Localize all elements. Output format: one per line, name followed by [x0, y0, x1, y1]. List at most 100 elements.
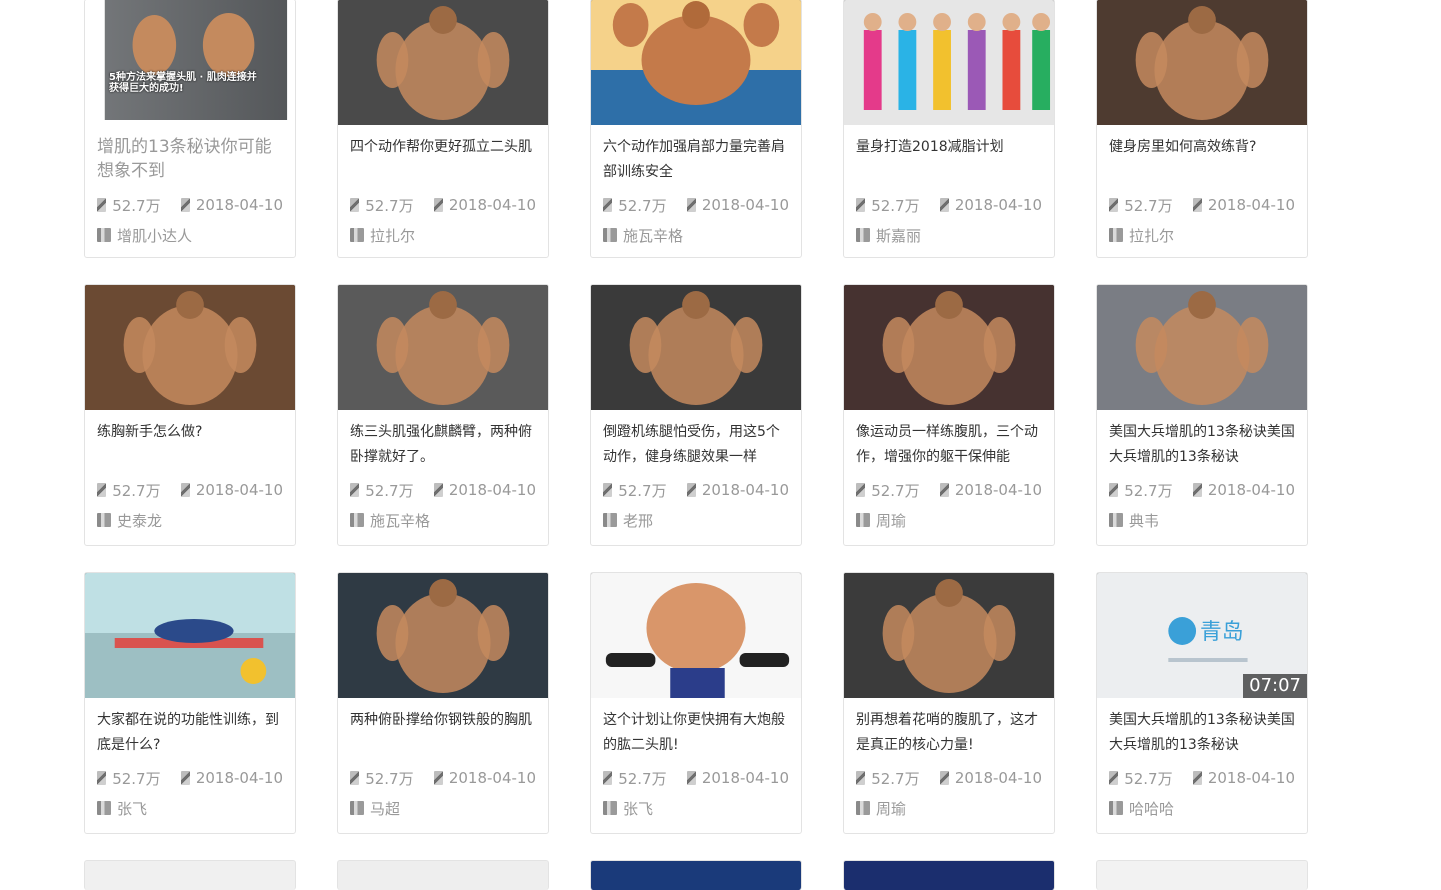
- video-card[interactable]: 量身打造2018减脂计划 52.7万 2018-04-10 斯嘉丽: [843, 0, 1055, 258]
- video-author[interactable]: 马超: [350, 798, 536, 818]
- video-thumbnail[interactable]: [338, 285, 548, 410]
- thumbnail-image: [844, 0, 1054, 125]
- video-card[interactable]: 四个动作帮你更好孤立二头肌 52.7万 2018-04-10 拉扎尔: [337, 0, 549, 258]
- video-card[interactable]: 两种俯卧撑给你钢铁般的胸肌 52.7万 2018-04-10 马超: [337, 572, 549, 834]
- video-card[interactable]: 这个计划让你更快拥有大炮般的肱二头肌! 52.7万 2018-04-10 张飞: [590, 572, 802, 834]
- video-grid: 5种方法来掌握头肌 · 肌肉连接并获得巨大的成功! 增肌的13条秘诀你可能想象不到…: [84, 0, 1308, 890]
- video-thumbnail[interactable]: [1097, 0, 1307, 125]
- video-author[interactable]: 施瓦辛格: [350, 510, 536, 530]
- video-card[interactable]: 青岛 07:07 美国大兵增肌的13条秘诀美国大兵增肌的13条秘诀 52.7万 201…: [1096, 572, 1308, 834]
- video-thumbnail[interactable]: [591, 573, 801, 698]
- publish-date: 2018-04-10: [448, 481, 536, 499]
- video-author[interactable]: 张飞: [97, 798, 283, 818]
- video-card[interactable]: 美国大兵增肌的13条秘诀美国大兵增肌的13条秘诀 52.7万 2018-04-10 典…: [1096, 284, 1308, 546]
- video-title[interactable]: 四个动作帮你更好孤立二头肌: [350, 135, 536, 185]
- video-author[interactable]: 哈哈哈: [1109, 798, 1295, 818]
- thumbnail-image: [591, 0, 801, 125]
- video-card[interactable]: [590, 860, 802, 890]
- user-icon: [350, 228, 364, 242]
- video-title[interactable]: 倒蹬机练腿怕受伤，用这5个动作，健身练腿效果一样: [603, 420, 789, 470]
- video-title[interactable]: 这个计划让你更快拥有大炮般的肱二头肌!: [603, 708, 789, 758]
- video-title[interactable]: 增肌的13条秘诀你可能想象不到: [97, 135, 283, 185]
- video-meta: 52.7万 2018-04-10: [97, 195, 283, 215]
- video-card[interactable]: 别再想着花哨的腹肌了，这才是真正的核心力量! 52.7万 2018-04-10 周瑜: [843, 572, 1055, 834]
- video-card[interactable]: 像运动员一样练腹肌，三个动作，增强你的躯干保伸能 52.7万 2018-04-10 周…: [843, 284, 1055, 546]
- video-card[interactable]: 倒蹬机练腿怕受伤，用这5个动作，健身练腿效果一样 52.7万 2018-04-10 老…: [590, 284, 802, 546]
- user-icon: [856, 801, 870, 815]
- user-icon: [350, 513, 364, 527]
- video-title[interactable]: 六个动作加强肩部力量完善肩部训练安全: [603, 135, 789, 185]
- calendar-icon: [939, 483, 949, 497]
- video-card[interactable]: 大家都在说的功能性训练，到底是什么? 52.7万 2018-04-10 张飞: [84, 572, 296, 834]
- video-author[interactable]: 增肌小达人: [97, 225, 283, 245]
- video-title[interactable]: 像运动员一样练腹肌，三个动作，增强你的躯干保伸能: [856, 420, 1042, 470]
- video-title[interactable]: 练胸新手怎么做?: [97, 420, 283, 470]
- author-name: 周瑜: [876, 511, 907, 530]
- video-meta: 52.7万 2018-04-10: [1109, 195, 1295, 215]
- video-title[interactable]: 两种俯卧撑给你钢铁般的胸肌: [350, 708, 536, 758]
- author-name: 张飞: [117, 799, 148, 818]
- video-thumbnail[interactable]: 5种方法来掌握头肌 · 肌肉连接并获得巨大的成功!: [85, 0, 295, 125]
- video-title[interactable]: 练三头肌强化麒麟臂，两种俯卧撑就好了。: [350, 420, 536, 470]
- view-count: 52.7万: [365, 769, 414, 788]
- calendar-icon: [433, 483, 443, 497]
- video-meta: 52.7万 2018-04-10: [856, 768, 1042, 788]
- video-author[interactable]: 老邢: [603, 510, 789, 530]
- publish-date: 2018-04-10: [195, 196, 283, 214]
- user-icon: [97, 513, 111, 527]
- video-author[interactable]: 典韦: [1109, 510, 1295, 530]
- author-name: 斯嘉丽: [876, 226, 922, 245]
- video-author[interactable]: 周瑜: [856, 798, 1042, 818]
- video-title[interactable]: 别再想着花哨的腹肌了，这才是真正的核心力量!: [856, 708, 1042, 758]
- video-card[interactable]: 练三头肌强化麒麟臂，两种俯卧撑就好了。 52.7万 2018-04-10 施瓦辛格: [337, 284, 549, 546]
- video-meta: 52.7万 2018-04-10: [603, 195, 789, 215]
- author-name: 拉扎尔: [1129, 226, 1175, 245]
- video-author[interactable]: 史泰龙: [97, 510, 283, 530]
- views-icon: [1109, 483, 1119, 497]
- video-thumbnail[interactable]: [1097, 285, 1307, 410]
- views-icon: [1109, 198, 1119, 212]
- calendar-icon: [686, 483, 696, 497]
- view-count: 52.7万: [1124, 769, 1173, 788]
- video-card[interactable]: [843, 860, 1055, 890]
- video-thumbnail[interactable]: [591, 0, 801, 125]
- video-thumbnail[interactable]: [844, 285, 1054, 410]
- video-title[interactable]: 量身打造2018减脂计划: [856, 135, 1042, 185]
- views-icon: [97, 771, 107, 785]
- video-author[interactable]: 拉扎尔: [1109, 225, 1295, 245]
- video-thumbnail[interactable]: [338, 0, 548, 125]
- video-meta: 52.7万 2018-04-10: [350, 768, 536, 788]
- publish-date: 2018-04-10: [954, 481, 1042, 499]
- video-card[interactable]: 健身房里如何高效练背? 52.7万 2018-04-10 拉扎尔: [1096, 0, 1308, 258]
- video-thumbnail[interactable]: 青岛 07:07: [1097, 573, 1307, 698]
- video-title[interactable]: 健身房里如何高效练背?: [1109, 135, 1295, 185]
- video-author[interactable]: 张飞: [603, 798, 789, 818]
- video-card[interactable]: 5种方法来掌握头肌 · 肌肉连接并获得巨大的成功! 增肌的13条秘诀你可能想象不到…: [84, 0, 296, 258]
- video-author[interactable]: 周瑜: [856, 510, 1042, 530]
- video-author[interactable]: 拉扎尔: [350, 225, 536, 245]
- video-thumbnail[interactable]: [844, 0, 1054, 125]
- video-thumbnail[interactable]: [844, 573, 1054, 698]
- video-card[interactable]: 六个动作加强肩部力量完善肩部训练安全 52.7万 2018-04-10 施瓦辛格: [590, 0, 802, 258]
- video-meta: 52.7万 2018-04-10: [856, 195, 1042, 215]
- video-thumbnail[interactable]: [85, 285, 295, 410]
- author-name: 典韦: [1129, 511, 1160, 530]
- video-thumbnail[interactable]: [591, 285, 801, 410]
- video-title[interactable]: 美国大兵增肌的13条秘诀美国大兵增肌的13条秘诀: [1109, 420, 1295, 470]
- video-meta: 52.7万 2018-04-10: [97, 768, 283, 788]
- video-title[interactable]: 大家都在说的功能性训练，到底是什么?: [97, 708, 283, 758]
- calendar-icon: [686, 771, 696, 785]
- calendar-icon: [180, 198, 190, 212]
- video-card[interactable]: 练胸新手怎么做? 52.7万 2018-04-10 史泰龙: [84, 284, 296, 546]
- view-count: 52.7万: [1124, 481, 1173, 500]
- video-card[interactable]: [84, 860, 296, 890]
- video-author[interactable]: 斯嘉丽: [856, 225, 1042, 245]
- video-card[interactable]: [337, 860, 549, 890]
- video-title[interactable]: 美国大兵增肌的13条秘诀美国大兵增肌的13条秘诀: [1109, 708, 1295, 758]
- video-thumbnail[interactable]: [85, 573, 295, 698]
- video-thumbnail[interactable]: [338, 573, 548, 698]
- calendar-icon: [939, 771, 949, 785]
- video-meta: 52.7万 2018-04-10: [350, 480, 536, 500]
- video-card[interactable]: [1096, 860, 1308, 890]
- video-author[interactable]: 施瓦辛格: [603, 225, 789, 245]
